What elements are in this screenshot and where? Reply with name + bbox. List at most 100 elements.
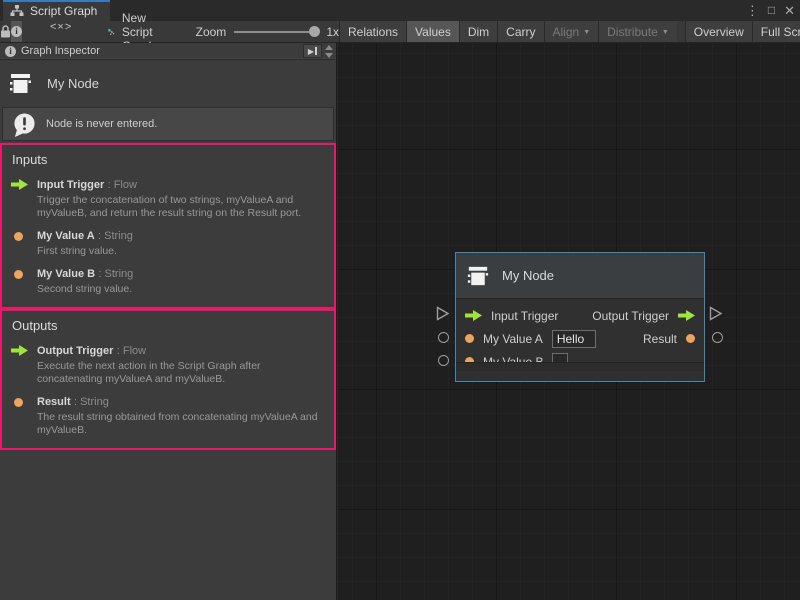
port-name: Result: [37, 396, 71, 408]
tab-label: Script Graph: [30, 4, 97, 18]
output-trigger-label: Output Trigger: [592, 309, 669, 323]
node-row-trigger: Input Trigger Output Trigger: [456, 304, 704, 327]
new-script-graph-button[interactable]: New Script Graph: [98, 21, 173, 42]
values-button[interactable]: Values: [406, 21, 459, 42]
dock-panel-button[interactable]: ▶: [303, 44, 322, 58]
node-header[interactable]: My Node: [456, 253, 704, 299]
values-label: Values: [415, 25, 451, 39]
toolbar-right-group: Relations Values Dim Carry Align ▼ Distr…: [339, 21, 800, 42]
external-result-port[interactable]: [712, 332, 723, 343]
port-description: Execute the next action in the Script Gr…: [37, 360, 325, 386]
zoom-slider-handle[interactable]: [309, 26, 320, 37]
port-name: Output Trigger: [37, 345, 113, 357]
full-screen-button[interactable]: Full Screen: [752, 21, 800, 42]
port-name: Input Trigger: [37, 179, 104, 191]
maximize-icon[interactable]: □: [768, 1, 775, 20]
window-menu-icon[interactable]: ⋮: [746, 1, 759, 20]
external-value-port-b[interactable]: [438, 355, 449, 366]
inspector-header-controls: ▶: [303, 44, 334, 58]
dock-icon: ▶: [308, 47, 314, 56]
unit-node-icon: [7, 70, 34, 97]
result-port-icon[interactable]: [686, 334, 695, 343]
warning-bubble-icon: [12, 112, 37, 137]
inspector-header: i Graph Inspector ▶: [0, 43, 336, 60]
port-description: Trigger the concatenation of two strings…: [37, 194, 325, 220]
flow-port-icon: [11, 345, 28, 356]
zoom-label: Zoom: [196, 25, 227, 39]
inspector-title: Graph Inspector: [21, 45, 100, 57]
port-description: Second string value.: [37, 283, 325, 296]
flow-port-icon: [11, 179, 28, 190]
port-doc-output-trigger: Output Trigger : Flow Execute the next a…: [11, 343, 325, 386]
value-port-icon: [14, 398, 23, 407]
external-value-port-a[interactable]: [438, 332, 449, 343]
my-node[interactable]: My Node Input Trigger Output Trigger: [455, 252, 705, 382]
graph-canvas[interactable]: My Node Input Trigger Output Trigger: [338, 43, 800, 600]
port-description: The result string obtained from concaten…: [37, 411, 325, 437]
zoom-slider[interactable]: [234, 31, 318, 33]
port-name: My Value B: [37, 268, 95, 280]
port-doc-my-value-b: My Value B : String Second string value.: [11, 266, 325, 296]
flow-input-port-icon[interactable]: [465, 310, 482, 321]
scroll-up-icon[interactable]: [325, 45, 333, 50]
lock-button[interactable]: [0, 21, 11, 42]
result-label: Result: [643, 332, 677, 346]
dock-icon-bar: [315, 47, 317, 55]
dim-button[interactable]: Dim: [459, 21, 497, 42]
tab-bar: Script Graph ⋮ □ ✕: [0, 0, 800, 21]
port-name: My Value A: [37, 230, 95, 242]
relations-button[interactable]: Relations: [339, 21, 406, 42]
node-title: My Node: [502, 268, 554, 283]
zoom-control: Zoom 1x: [196, 21, 339, 42]
node-footer: [456, 362, 704, 371]
carry-label: Carry: [506, 25, 535, 39]
my-value-a-label: My Value A: [483, 332, 543, 346]
code-preview-button[interactable]: <×>: [50, 21, 72, 42]
value-a-port-icon[interactable]: [465, 334, 474, 343]
outputs-section: Outputs Output Trigger : Flow Execute th…: [0, 309, 336, 450]
graph-toolbar: i <×> New Script Graph Zoom 1x Relations: [0, 21, 800, 43]
info-icon: i: [5, 46, 16, 57]
close-icon[interactable]: ✕: [784, 1, 795, 20]
inspected-node-title: My Node: [47, 76, 99, 91]
chevron-down-icon: ▼: [583, 27, 590, 36]
value-port-icon: [14, 232, 23, 241]
port-type: : String: [98, 230, 133, 242]
node-row-value-a: My Value A Result: [456, 327, 704, 350]
graph-tab-icon: [10, 5, 24, 17]
node-body: Input Trigger Output Trigger My Value A: [456, 299, 704, 371]
overview-button[interactable]: Overview: [685, 21, 752, 42]
distribute-dropdown[interactable]: Distribute ▼: [598, 21, 677, 42]
zoom-value: 1x: [326, 25, 339, 39]
window-controls: ⋮ □ ✕: [746, 1, 795, 20]
external-flow-input-port[interactable]: [436, 306, 450, 321]
warning-box: Node is never entered.: [2, 107, 334, 141]
align-dropdown[interactable]: Align ▼: [544, 21, 599, 42]
port-type: : Flow: [117, 345, 146, 357]
inputs-section: Inputs Input Trigger : Flow Trigger the …: [0, 143, 336, 309]
port-type: : Flow: [108, 179, 137, 191]
chevron-down-icon: ▼: [662, 27, 669, 36]
warning-text: Node is never entered.: [46, 118, 157, 130]
distribute-label: Distribute: [607, 25, 658, 39]
flow-output-port-icon[interactable]: [678, 310, 695, 321]
outputs-section-title: Outputs: [12, 318, 325, 333]
port-doc-result: Result : String The result string obtain…: [11, 394, 325, 437]
unity-script-graph-window: Script Graph ⋮ □ ✕ i <×>: [0, 0, 800, 600]
port-doc-my-value-a: My Value A : String First string value.: [11, 228, 325, 258]
relations-label: Relations: [348, 25, 398, 39]
panel-scroll-arrows: [325, 45, 334, 58]
inspector-toggle-button[interactable]: i: [11, 21, 22, 42]
dim-label: Dim: [468, 25, 489, 39]
inputs-section-title: Inputs: [12, 152, 325, 167]
external-flow-output-port[interactable]: [709, 306, 723, 321]
carry-button[interactable]: Carry: [497, 21, 543, 42]
port-doc-input-trigger: Input Trigger : Flow Trigger the concate…: [11, 177, 325, 220]
tab-script-graph[interactable]: Script Graph: [3, 0, 110, 21]
value-port-icon: [14, 270, 23, 279]
scroll-down-icon[interactable]: [325, 53, 333, 58]
input-trigger-label: Input Trigger: [491, 309, 558, 323]
info-icon: i: [11, 26, 22, 37]
my-value-a-input[interactable]: [552, 330, 596, 348]
port-type: : String: [74, 396, 109, 408]
